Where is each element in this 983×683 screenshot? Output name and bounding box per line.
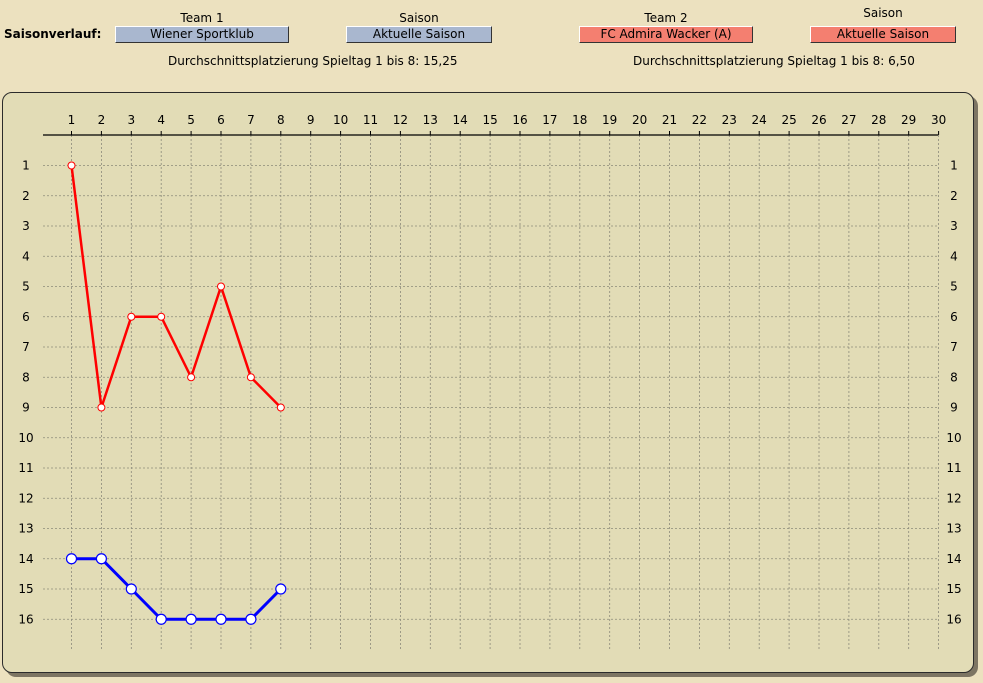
x-tick-label-20: 20 <box>632 113 647 127</box>
series-0-point-3 <box>127 312 136 321</box>
y-tick-label-right-5: 5 <box>950 280 958 294</box>
series-1-point-8 <box>275 583 287 595</box>
series-1-point-1 <box>65 553 78 565</box>
y-tick-label-right-6: 6 <box>950 310 958 324</box>
y-tick-label-right-16: 16 <box>946 612 961 626</box>
x-tick-label-16: 16 <box>512 113 527 127</box>
y-tick-label-left-8: 8 <box>22 370 30 384</box>
x-tick-label-25: 25 <box>781 113 796 127</box>
x-tick-label-28: 28 <box>871 113 886 127</box>
y-tick-label-left-2: 2 <box>22 189 30 203</box>
x-tick-label-30: 30 <box>931 113 946 127</box>
series-1-point-3 <box>125 583 137 595</box>
x-tick-label-15: 15 <box>482 113 497 127</box>
x-tick-label-13: 13 <box>423 113 438 127</box>
x-tick-label-7: 7 <box>247 113 255 127</box>
series-0-point-4 <box>157 312 166 321</box>
x-tick-label-24: 24 <box>752 113 767 127</box>
y-tick-label-right-8: 8 <box>950 370 958 384</box>
y-tick-label-left-6: 6 <box>22 310 30 324</box>
x-tick-label-22: 22 <box>692 113 707 127</box>
y-tick-label-left-4: 4 <box>22 249 30 263</box>
y-tick-label-right-13: 13 <box>946 522 961 536</box>
y-tick-label-left-11: 11 <box>18 461 33 475</box>
y-tick-label-left-13: 13 <box>18 522 33 536</box>
x-tick-label-11: 11 <box>363 113 378 127</box>
y-tick-label-right-11: 11 <box>946 461 961 475</box>
x-tick-label-4: 4 <box>157 113 165 127</box>
series-1-point-4 <box>155 613 167 625</box>
y-tick-label-left-14: 14 <box>18 552 33 566</box>
y-tick-label-left-15: 15 <box>18 582 33 596</box>
y-tick-label-left-7: 7 <box>22 340 30 354</box>
y-tick-label-left-16: 16 <box>18 612 33 626</box>
x-tick-label-19: 19 <box>602 113 617 127</box>
series-0-point-2 <box>97 403 106 412</box>
y-tick-label-right-10: 10 <box>946 431 961 445</box>
x-tick-label-3: 3 <box>127 113 135 127</box>
y-tick-label-right-1: 1 <box>950 159 958 173</box>
series-1-point-6 <box>215 613 227 625</box>
y-tick-label-right-9: 9 <box>950 401 958 415</box>
series-1-point-2 <box>95 553 108 565</box>
x-tick-label-6: 6 <box>217 113 225 127</box>
x-tick-label-12: 12 <box>393 113 408 127</box>
series-0-point-7 <box>246 373 255 382</box>
x-tick-label-29: 29 <box>901 113 916 127</box>
y-tick-label-right-15: 15 <box>946 582 961 596</box>
x-tick-label-21: 21 <box>662 113 677 127</box>
x-tick-label-10: 10 <box>333 113 348 127</box>
y-tick-label-right-2: 2 <box>950 189 958 203</box>
x-tick-label-5: 5 <box>187 113 195 127</box>
x-tick-label-14: 14 <box>453 113 468 127</box>
x-tick-label-9: 9 <box>307 113 315 127</box>
y-tick-label-left-12: 12 <box>18 491 33 505</box>
y-tick-label-left-10: 10 <box>18 431 33 445</box>
y-tick-label-right-14: 14 <box>946 552 961 566</box>
y-tick-label-right-12: 12 <box>946 491 961 505</box>
y-tick-label-left-3: 3 <box>22 219 30 233</box>
x-tick-label-26: 26 <box>811 113 826 127</box>
x-tick-label-8: 8 <box>277 113 285 127</box>
series-0-point-8 <box>276 403 285 412</box>
x-tick-label-2: 2 <box>98 113 106 127</box>
x-tick-label-18: 18 <box>572 113 587 127</box>
standings-chart: 1 2 3 4 5 6 7 8 9 10 11 12 13 14 15 16 17 18 19 20 21 22 23 24 2… <box>18 113 962 650</box>
y-tick-label-left-9: 9 <box>22 401 30 415</box>
x-tick-label-27: 27 <box>841 113 856 127</box>
series-0-point-6 <box>217 282 225 291</box>
series-0-point-5 <box>187 373 196 382</box>
y-tick-label-right-7: 7 <box>950 340 958 354</box>
y-tick-label-left-5: 5 <box>22 280 30 294</box>
series-0-point-1 <box>67 161 76 170</box>
series-1-point-5 <box>185 613 197 625</box>
series-1-point-7 <box>245 613 257 625</box>
x-tick-label-17: 17 <box>542 113 557 127</box>
y-tick-label-right-4: 4 <box>950 249 958 263</box>
y-tick-label-left-1: 1 <box>22 159 30 173</box>
y-tick-label-right-3: 3 <box>950 219 958 233</box>
x-tick-label-1: 1 <box>68 113 76 127</box>
x-tick-label-23: 23 <box>722 113 737 127</box>
